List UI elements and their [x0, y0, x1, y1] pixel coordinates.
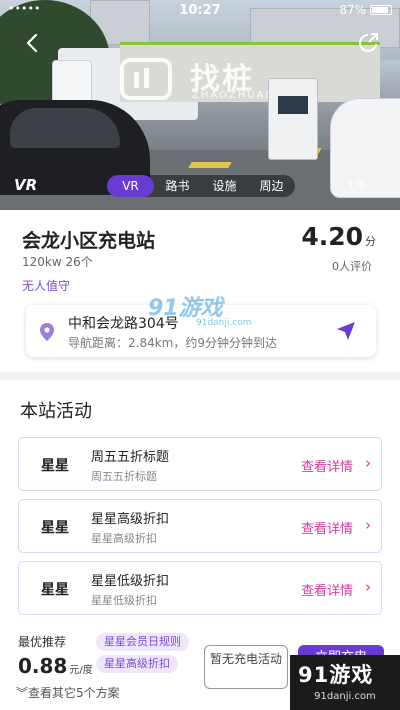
activity-card[interactable]: 星星 星星高级折扣 星星高级折扣 查看详情 ›: [18, 499, 382, 553]
corner-logo-text: 91游戏: [298, 663, 374, 687]
activity-store: 星星: [41, 458, 69, 474]
station-score: 4.20 分: [301, 222, 376, 251]
recommend-label: 最优推荐: [18, 635, 67, 649]
tab-vr[interactable]: VR: [107, 175, 154, 197]
share-button[interactable]: [356, 30, 382, 56]
corner-watermark: 91游戏 91danji.com: [290, 655, 400, 710]
photo-counter: 1/6: [346, 178, 366, 192]
discount-chip: 星星会员日规则: [96, 633, 189, 651]
view-details-link[interactable]: 查看详情: [301, 518, 353, 537]
activity-subtitle: 星星高级折扣: [91, 532, 157, 545]
photo-car-glass: [10, 108, 120, 148]
activity-subtitle: 周五五折标题: [91, 470, 157, 483]
station-name: 会龙小区充电站: [22, 230, 156, 252]
brand-logo-icon: [120, 58, 172, 100]
activity-title: 周五五折标题: [91, 450, 170, 465]
view-details-link[interactable]: 查看详情: [301, 580, 353, 599]
corner-logo-url: 91danji.com: [314, 691, 376, 702]
score-value: 4.20: [301, 222, 363, 251]
view-details-link[interactable]: 查看详情: [301, 456, 353, 475]
station-spec: 120kw 26个: [22, 255, 93, 269]
watermark-url: 91danji.com: [196, 318, 252, 328]
back-arrow-icon: [26, 33, 38, 53]
vr-logo: VR: [14, 176, 38, 194]
activity-card[interactable]: 星星 星星低级折扣 星星低级折扣 查看详情 ›: [18, 561, 382, 615]
chevron-right-icon: ›: [365, 454, 371, 472]
activity-store: 星星: [41, 582, 69, 598]
hero-tabs: VR 路书 设施 周边: [107, 175, 295, 197]
navigation-info: 导航距离：2.84km，约9分钟分钟到达: [68, 336, 277, 350]
score-unit: 分: [365, 235, 376, 248]
chevron-down-icon: ︾: [16, 686, 29, 700]
location-pin-icon: [40, 323, 54, 341]
more-plans-link[interactable]: ︾查看其它5个方案: [16, 684, 120, 701]
share-icon: [359, 33, 378, 52]
tab-nearby[interactable]: 周边: [248, 175, 295, 197]
price-value: 0.88: [18, 654, 68, 678]
status-bar: ••••• 10:27 87%: [0, 0, 400, 20]
navigate-arrow-icon[interactable]: [336, 321, 356, 341]
photo-stripe: [188, 162, 232, 168]
activity-title: 星星低级折扣: [91, 574, 170, 589]
photo-charger-screen: [278, 96, 308, 114]
activity-store: 星星: [41, 520, 69, 536]
activity-card[interactable]: 星星 周五五折标题 周五五折标题 查看详情 ›: [18, 437, 382, 491]
back-button[interactable]: [20, 30, 46, 56]
battery-icon: [370, 5, 392, 15]
station-tag: 无人值守: [22, 279, 71, 293]
more-plans-text: 查看其它5个方案: [28, 686, 120, 700]
price-unit: 元/度: [69, 665, 93, 676]
no-activity-button[interactable]: 暂无充电活动: [204, 645, 288, 689]
photo-charger: [268, 78, 318, 160]
activities-title: 本站活动: [20, 401, 92, 422]
activity-title: 星星高级折扣: [91, 512, 170, 527]
chevron-right-icon: ›: [365, 516, 371, 534]
activity-subtitle: 星星低级折扣: [91, 594, 157, 607]
rating-count: 0人评价: [332, 260, 372, 273]
section-divider: [0, 372, 400, 380]
price: 0.88 元/度: [18, 654, 93, 678]
chevron-right-icon: ›: [365, 578, 371, 596]
discount-chip: 星星高级折扣: [96, 655, 178, 673]
status-right: 87%: [339, 3, 392, 17]
battery-percent: 87%: [339, 3, 366, 17]
tab-facilities[interactable]: 设施: [201, 175, 248, 197]
station-photo[interactable]: 找桩 ZHAOZHUANG ••••• 10:27 87% VR VR 路书 设…: [0, 0, 400, 210]
tab-guide[interactable]: 路书: [154, 175, 201, 197]
